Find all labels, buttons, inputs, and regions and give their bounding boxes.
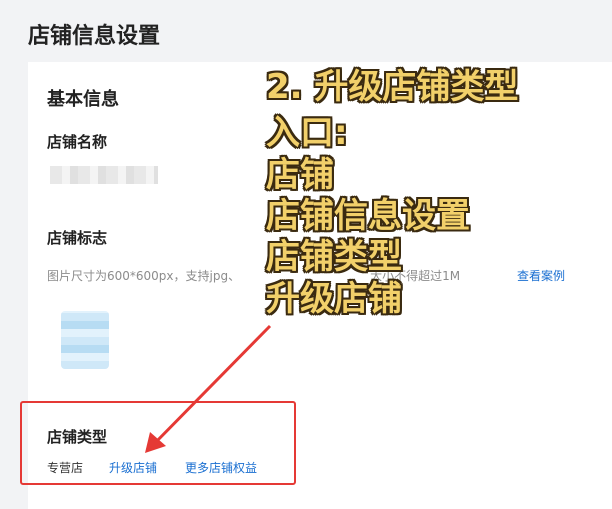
annotation-arrow xyxy=(145,324,272,453)
